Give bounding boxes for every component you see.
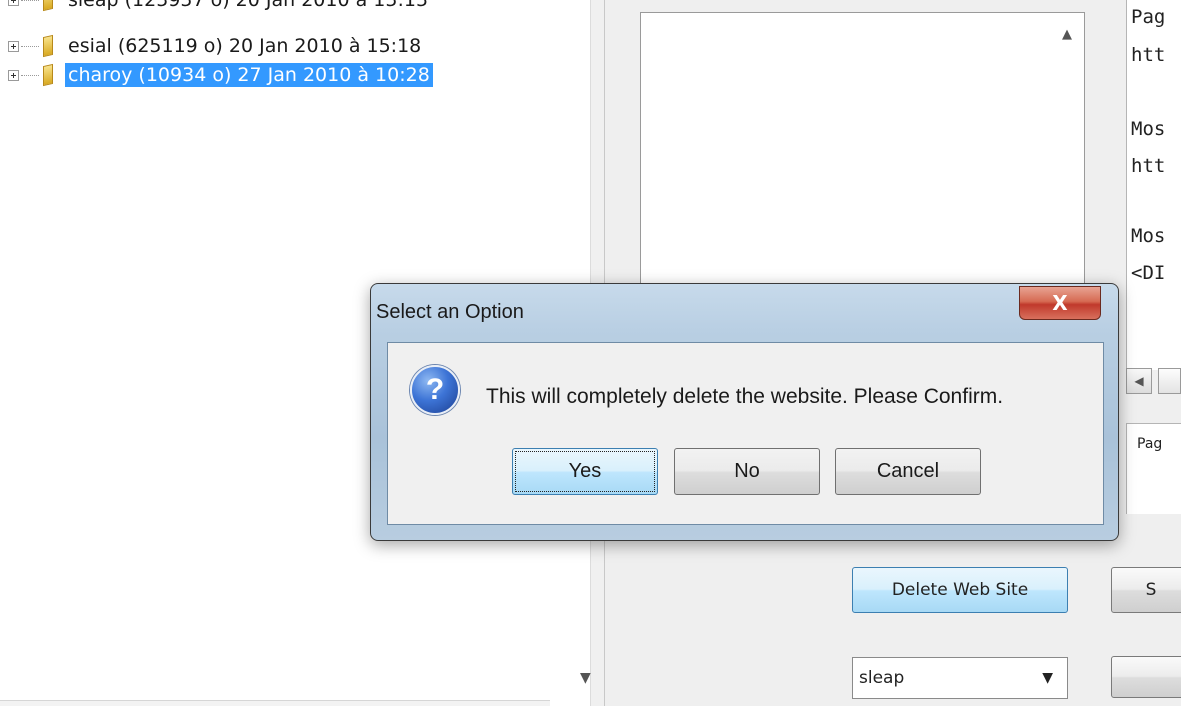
tree-item[interactable]: esial (625119 o) 20 Jan 2010 à 15:18: [8, 34, 424, 58]
site-select[interactable]: sleap ▼: [852, 657, 1068, 699]
confirm-dialog: Select an Option X ? This will completel…: [370, 283, 1119, 541]
question-icon: ?: [410, 365, 460, 415]
tree-connector: [21, 0, 39, 1]
cancel-button[interactable]: Cancel: [835, 448, 981, 495]
tree-item[interactable]: charoy (10934 o) 27 Jan 2010 à 10:28: [8, 63, 433, 87]
delete-web-site-button[interactable]: Delete Web Site: [852, 567, 1068, 613]
page-field[interactable]: Pag: [1126, 423, 1181, 514]
partial-button-2[interactable]: [1111, 656, 1181, 698]
scroll-left-arrow-icon[interactable]: ◀: [1126, 368, 1152, 394]
no-button[interactable]: No: [674, 448, 820, 495]
tree-item-label[interactable]: sleap (125957 o) 20 Jan 2010 à 15:15: [65, 0, 431, 12]
tree-connector: [21, 74, 39, 76]
dialog-message: This will completely delete the website.…: [486, 385, 1004, 408]
expand-icon[interactable]: [8, 40, 19, 52]
yes-button[interactable]: Yes: [512, 448, 658, 495]
horizontal-scrollbar[interactable]: [0, 700, 550, 706]
close-icon: X: [1052, 291, 1068, 315]
folder-icon: [41, 36, 61, 56]
scroll-down-arrow-icon[interactable]: ▼: [580, 670, 591, 686]
dialog-body: ? This will completely delete the websit…: [387, 342, 1104, 525]
tree-item-label[interactable]: esial (625119 o) 20 Jan 2010 à 15:18: [65, 34, 424, 58]
code-line: Mos: [1131, 118, 1166, 140]
code-line: <DI: [1131, 262, 1166, 284]
page-field-text: Pag: [1137, 436, 1163, 452]
code-line: Mos: [1131, 225, 1166, 247]
close-button[interactable]: X: [1019, 286, 1101, 320]
partial-button[interactable]: S: [1111, 567, 1181, 613]
tree-item[interactable]: sleap (125957 o) 20 Jan 2010 à 15:15: [8, 0, 431, 12]
tree-connector: [21, 45, 39, 47]
code-line: htt: [1131, 44, 1166, 66]
dialog-title: Select an Option: [376, 301, 524, 323]
chevron-down-icon[interactable]: ▼: [1042, 670, 1053, 686]
expand-icon[interactable]: [8, 69, 19, 81]
site-select-value: sleap: [859, 668, 905, 688]
folder-icon: [41, 65, 61, 85]
question-icon-glyph: ?: [425, 373, 445, 406]
code-line: htt: [1131, 155, 1166, 177]
scrollbar-thumb[interactable]: [1158, 368, 1181, 394]
code-line: Pag: [1131, 6, 1166, 28]
expand-icon[interactable]: [8, 0, 19, 6]
scroll-up-arrow-icon[interactable]: ▲: [1062, 27, 1072, 42]
folder-icon: [41, 0, 61, 10]
tree-item-label-selected[interactable]: charoy (10934 o) 27 Jan 2010 à 10:28: [65, 63, 433, 87]
source-text-panel[interactable]: Pag htt Mos htt Mos <DI: [1126, 0, 1181, 370]
